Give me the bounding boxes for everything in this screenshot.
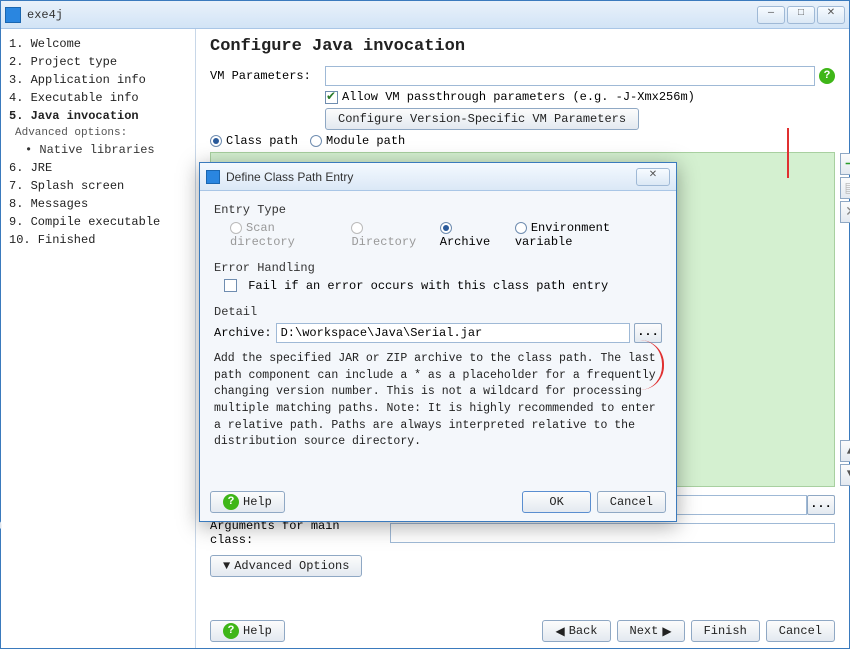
- watermark: exe4j: [0, 518, 3, 608]
- archive-description: Add the specified JAR or ZIP archive to …: [214, 343, 662, 451]
- move-down-button[interactable]: ▼: [840, 464, 850, 486]
- define-classpath-dialog: Define Class Path Entry ✕ Entry Type Sca…: [199, 162, 677, 522]
- step-welcome[interactable]: 1. Welcome: [5, 35, 191, 53]
- page-title: Configure Java invocation: [210, 37, 835, 56]
- step-java-invocation[interactable]: 5. Java invocation: [5, 107, 191, 125]
- environment-variable-radio[interactable]: Environment variable: [515, 221, 662, 249]
- fail-on-error-label: Fail if an error occurs with this class …: [248, 279, 608, 293]
- arguments-label: Arguments for main class:: [210, 519, 390, 547]
- annotation-line: [787, 128, 789, 178]
- dialog-ok-button[interactable]: OK: [522, 491, 590, 513]
- step-jre[interactable]: 6. JRE: [5, 159, 191, 177]
- window-title: exe4j: [27, 8, 757, 22]
- edit-entry-button[interactable]: ▤: [840, 177, 850, 199]
- step-messages[interactable]: 8. Messages: [5, 195, 191, 213]
- error-handling-label: Error Handling: [214, 261, 662, 275]
- configure-version-vm-button[interactable]: Configure Version-Specific VM Parameters: [325, 108, 639, 130]
- dialog-title: Define Class Path Entry: [226, 170, 636, 184]
- archive-radio[interactable]: Archive: [440, 221, 501, 249]
- help-icon[interactable]: ?: [819, 68, 835, 84]
- dialog-logo-icon: [206, 170, 220, 184]
- minimize-button[interactable]: —: [757, 6, 785, 24]
- help-button[interactable]: ?Help: [210, 620, 285, 642]
- advanced-options-button[interactable]: ▼Advanced Options: [210, 555, 362, 577]
- add-entry-button[interactable]: ＋: [840, 153, 850, 175]
- detail-label: Detail: [214, 305, 662, 319]
- delete-entry-button[interactable]: ✕: [840, 201, 850, 223]
- archive-path-input[interactable]: [276, 323, 630, 343]
- archive-label: Archive:: [214, 326, 272, 340]
- arguments-input[interactable]: [390, 523, 835, 543]
- step-finished[interactable]: 10. Finished: [5, 231, 191, 249]
- dialog-titlebar[interactable]: Define Class Path Entry ✕: [200, 163, 676, 191]
- allow-passthrough-label: Allow VM passthrough parameters (e.g. -J…: [342, 90, 695, 104]
- titlebar[interactable]: exe4j — □ ✕: [1, 1, 849, 29]
- sidebar-native-libraries[interactable]: Native libraries: [5, 141, 191, 159]
- advanced-options-label: Advanced options:: [5, 125, 191, 141]
- entry-type-label: Entry Type: [214, 203, 662, 217]
- directory-radio: Directory: [351, 221, 425, 249]
- dialog-close-button[interactable]: ✕: [636, 168, 670, 186]
- back-button[interactable]: ◀Back: [542, 620, 610, 642]
- step-application-info[interactable]: 3. Application info: [5, 71, 191, 89]
- browse-main-class-button[interactable]: ...: [807, 495, 835, 515]
- allow-passthrough-checkbox[interactable]: [325, 91, 338, 104]
- step-splash-screen[interactable]: 7. Splash screen: [5, 177, 191, 195]
- move-up-button[interactable]: ▲: [840, 440, 850, 462]
- close-button[interactable]: ✕: [817, 6, 845, 24]
- vm-parameters-label: VM Parameters:: [210, 69, 325, 83]
- dialog-help-button[interactable]: ?Help: [210, 491, 285, 513]
- finish-button[interactable]: Finish: [691, 620, 760, 642]
- step-compile[interactable]: 9. Compile executable: [5, 213, 191, 231]
- scan-directory-radio: Scan directory: [230, 221, 337, 249]
- dialog-cancel-button[interactable]: Cancel: [597, 491, 666, 513]
- app-logo-icon: [5, 7, 21, 23]
- cancel-button[interactable]: Cancel: [766, 620, 835, 642]
- wizard-sidebar: 1. Welcome 2. Project type 3. Applicatio…: [1, 29, 196, 648]
- step-project-type[interactable]: 2. Project type: [5, 53, 191, 71]
- vm-parameters-input[interactable]: [325, 66, 815, 86]
- classpath-radio[interactable]: Class path: [210, 134, 298, 148]
- modulepath-radio[interactable]: Module path: [310, 134, 405, 148]
- fail-on-error-checkbox[interactable]: [224, 279, 237, 292]
- next-button[interactable]: Next▶: [617, 620, 685, 642]
- step-executable-info[interactable]: 4. Executable info: [5, 89, 191, 107]
- maximize-button[interactable]: □: [787, 6, 815, 24]
